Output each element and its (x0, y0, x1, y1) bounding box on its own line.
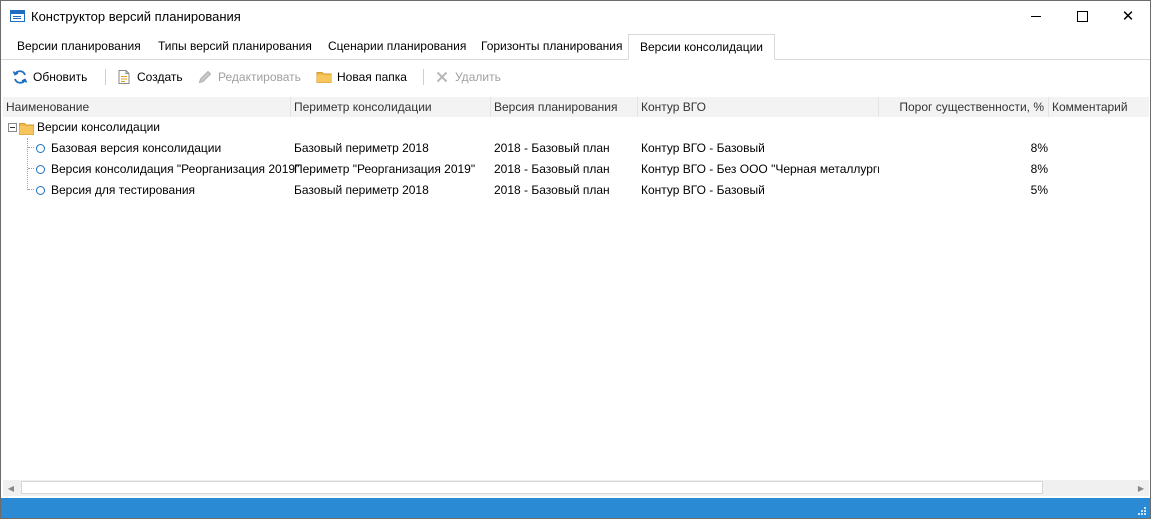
table-row[interactable]: Версия консолидация "Реорганизация 2019"… (3, 159, 1149, 180)
delete-x-icon (434, 69, 450, 85)
scrollbar-thumb[interactable] (21, 481, 1043, 494)
folder-label: Версии консолидации (37, 120, 160, 134)
maximize-button[interactable] (1059, 1, 1105, 32)
refresh-label: Обновить (33, 70, 88, 84)
folder-icon (316, 69, 332, 85)
tab-planning-version-types[interactable]: Типы версий планирования (158, 35, 312, 57)
cell-name: Версия для тестирования (51, 183, 196, 197)
cell-perimeter: Периметр "Реорганизация 2019" (294, 162, 476, 176)
constructor-window: Конструктор версий планирования ✕ Версии… (0, 0, 1151, 519)
cell-name: Базовая версия консолидации (51, 141, 222, 155)
title-bar[interactable]: Конструктор версий планирования ✕ (1, 1, 1150, 32)
cell-contour: Контур ВГО - Базовый (641, 183, 765, 197)
table-row[interactable]: Версия для тестирования Базовый периметр… (3, 180, 1149, 201)
item-radio-icon (36, 186, 45, 195)
table-row[interactable]: Базовая версия консолидации Базовый пери… (3, 138, 1149, 159)
create-button[interactable]: Создать (116, 64, 183, 90)
pencil-icon (197, 69, 213, 85)
tab-consolidation-versions[interactable]: Версии консолидации (628, 34, 775, 60)
item-radio-icon (36, 165, 45, 174)
column-header-comment[interactable]: Комментарий (1049, 97, 1149, 117)
minimize-button[interactable] (1013, 1, 1059, 32)
minimize-icon (1031, 16, 1041, 17)
refresh-icon (12, 69, 28, 85)
collapse-toggle[interactable] (8, 123, 17, 132)
cell-contour: Контур ВГО - Базовый (641, 141, 765, 155)
cell-perimeter: Базовый периметр 2018 (294, 183, 429, 197)
tab-planning-versions[interactable]: Версии планирования (17, 35, 141, 57)
cell-contour: Контур ВГО - Без ООО "Черная металлургия… (641, 162, 879, 176)
column-header-perimeter[interactable]: Периметр консолидации (291, 97, 491, 117)
close-button[interactable]: ✕ (1105, 1, 1151, 32)
resize-grip-icon[interactable] (1137, 505, 1147, 515)
column-header-contour[interactable]: Контур ВГО (638, 97, 879, 117)
new-folder-button[interactable]: Новая папка (316, 64, 407, 90)
refresh-button[interactable]: Обновить (12, 64, 87, 90)
app-window-icon (10, 10, 25, 22)
edit-button[interactable]: Редактировать (197, 64, 301, 90)
toolbar-separator (423, 69, 424, 85)
tree-folder-row[interactable]: Версии консолидации (3, 117, 1149, 138)
cell-name: Версия консолидация "Реорганизация 2019" (51, 162, 300, 176)
new-document-icon (116, 69, 132, 85)
scroll-left-icon[interactable]: ◀ (3, 480, 19, 496)
cell-planning-version: 2018 - Базовый план (494, 141, 610, 155)
new-folder-label: Новая папка (337, 70, 407, 84)
toolbar: Обновить Создать Редактировать Новая пап… (1, 64, 1150, 90)
cell-threshold: 5% (1030, 183, 1048, 197)
cell-planning-version: 2018 - Базовый план (494, 162, 610, 176)
delete-label: Удалить (455, 70, 501, 84)
cell-planning-version: 2018 - Базовый план (494, 183, 610, 197)
tab-bar: Версии планирования Типы версий планиров… (1, 34, 1150, 60)
close-icon: ✕ (1121, 8, 1135, 25)
grid-header: Наименование Периметр консолидации Верси… (3, 97, 1149, 117)
edit-label: Редактировать (218, 70, 301, 84)
item-radio-icon (36, 144, 45, 153)
cell-threshold: 8% (1030, 141, 1048, 155)
column-header-threshold[interactable]: Порог существенности, % (879, 97, 1049, 117)
tab-planning-horizons[interactable]: Горизонты планирования (481, 35, 622, 57)
column-header-planning-version[interactable]: Версия планирования (491, 97, 638, 117)
folder-icon (19, 121, 34, 135)
column-header-name[interactable]: Наименование (3, 97, 291, 117)
status-bar (1, 498, 1150, 518)
horizontal-scrollbar[interactable]: ◀ ▶ (3, 480, 1149, 496)
tab-planning-scenarios[interactable]: Сценарии планирования (328, 35, 466, 57)
maximize-icon (1076, 11, 1088, 22)
cell-perimeter: Базовый периметр 2018 (294, 141, 429, 155)
window-title: Конструктор версий планирования (31, 9, 241, 24)
cell-threshold: 8% (1030, 162, 1048, 176)
scroll-right-icon[interactable]: ▶ (1133, 480, 1149, 496)
delete-button[interactable]: Удалить (434, 64, 501, 90)
toolbar-separator (105, 69, 106, 85)
create-label: Создать (137, 70, 183, 84)
